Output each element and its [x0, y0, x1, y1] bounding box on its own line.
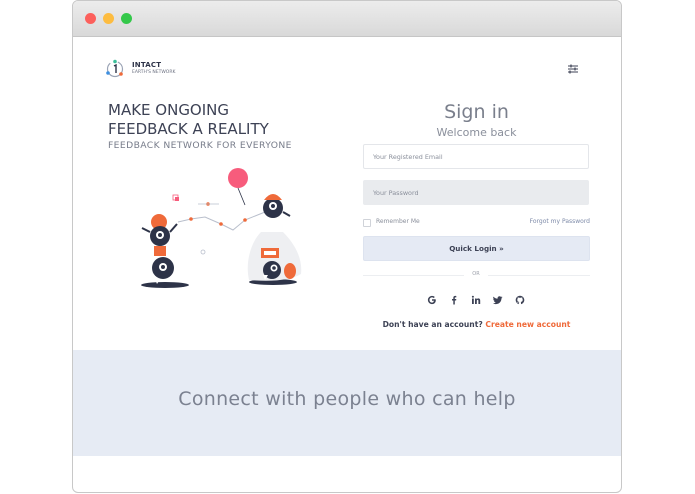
- sliders-icon[interactable]: [567, 63, 579, 75]
- twitter-icon[interactable]: [493, 295, 503, 305]
- hero-headline: MAKE ONGOING FEEDBACK A REALITY: [108, 101, 269, 139]
- intact-logo-icon: [106, 59, 124, 78]
- linkedin-icon[interactable]: [471, 295, 481, 305]
- no-account-text: Don't have an account?: [382, 320, 483, 329]
- create-account-link[interactable]: Create new account: [485, 320, 570, 329]
- email-field[interactable]: [363, 144, 589, 169]
- remember-me-checkbox[interactable]: [363, 219, 371, 227]
- monsters-illustration: [141, 168, 302, 288]
- brand-name: INTACT: [132, 61, 162, 69]
- browser-window: INTACT EARTH'S NETWORK MAKE ONGOING FEED…: [72, 0, 622, 493]
- connect-band-text: Connect with people who can help: [178, 388, 516, 410]
- quick-login-button[interactable]: Quick Login »: [363, 236, 590, 261]
- google-icon[interactable]: [427, 295, 437, 305]
- maximize-window-button[interactable]: [121, 13, 132, 24]
- page-content: INTACT EARTH'S NETWORK MAKE ONGOING FEED…: [73, 37, 621, 492]
- hero-headline-line1: MAKE ONGOING: [108, 101, 230, 119]
- signup-prompt: Don't have an account? Create new accoun…: [363, 320, 590, 329]
- signin-title: Sign in: [444, 101, 509, 123]
- minimize-window-button[interactable]: [103, 13, 114, 24]
- remember-me-label: Remember Me: [376, 218, 420, 225]
- close-window-button[interactable]: [85, 13, 96, 24]
- github-icon[interactable]: [515, 295, 525, 305]
- site-logo[interactable]: INTACT EARTH'S NETWORK: [105, 57, 215, 83]
- window-titlebar: [73, 1, 621, 37]
- password-field[interactable]: [363, 180, 589, 205]
- facebook-icon[interactable]: [449, 295, 459, 305]
- hero-headline-line2: FEEDBACK A REALITY: [108, 120, 269, 138]
- welcome-text: Welcome back: [436, 126, 517, 139]
- brand-tagline: EARTH'S NETWORK: [132, 70, 176, 75]
- connect-band: Connect with people who can help: [73, 350, 621, 456]
- forgot-password-link[interactable]: Forgot my Password: [526, 218, 590, 225]
- hero-subtitle: FEEDBACK NETWORK FOR EVERYONE: [108, 140, 292, 151]
- or-label: OR: [464, 271, 488, 277]
